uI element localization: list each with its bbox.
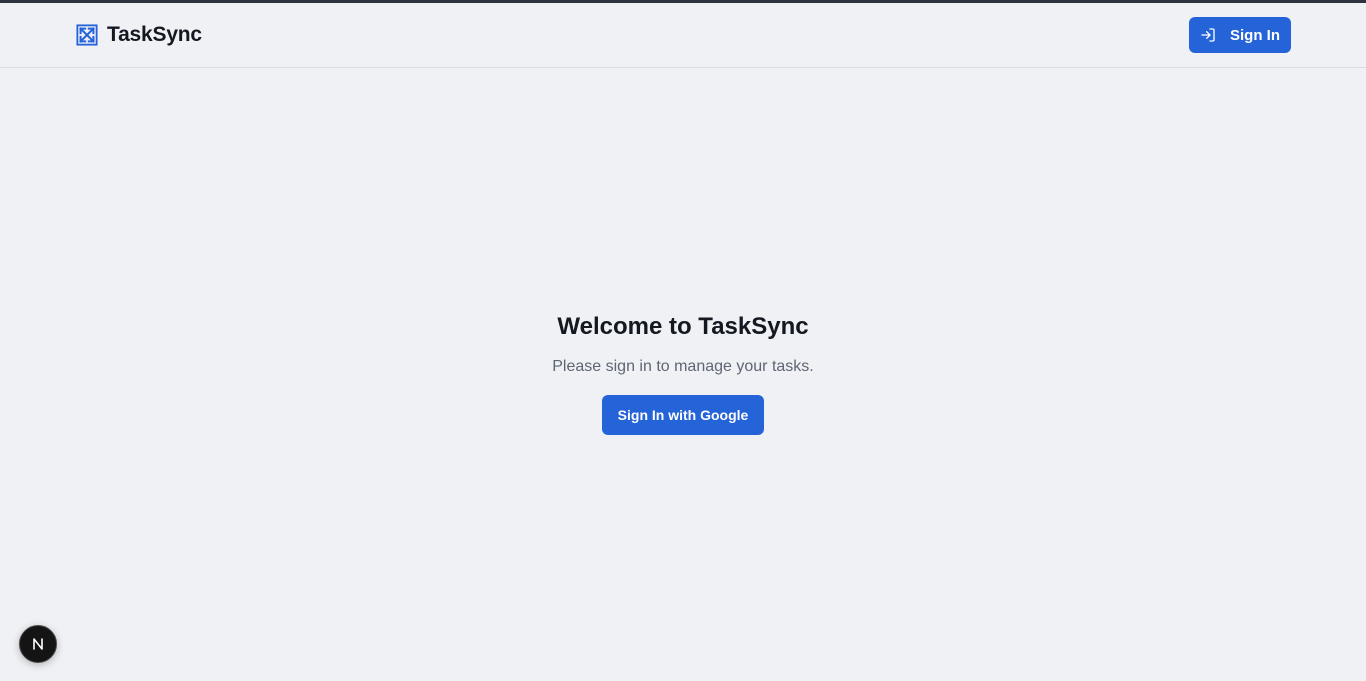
app-logo[interactable]: TaskSync <box>76 23 202 47</box>
app-name: TaskSync <box>107 23 202 46</box>
welcome-subtitle: Please sign in to manage your tasks. <box>552 358 814 375</box>
nextjs-dev-indicator[interactable] <box>19 625 57 663</box>
sign-in-with-google-button[interactable]: Sign In with Google <box>602 395 764 435</box>
log-in-icon <box>1201 28 1215 42</box>
top-navbar: TaskSync Sign In <box>0 3 1366 68</box>
expand-arrows-icon <box>76 24 98 46</box>
sign-in-label: Sign In <box>1230 26 1280 44</box>
header-sign-in-button[interactable]: Sign In <box>1189 17 1291 53</box>
nextjs-logo-icon <box>33 638 43 650</box>
welcome-section: Welcome to TaskSync Please sign in to ma… <box>0 312 1366 435</box>
page-title: Welcome to TaskSync <box>557 313 809 340</box>
